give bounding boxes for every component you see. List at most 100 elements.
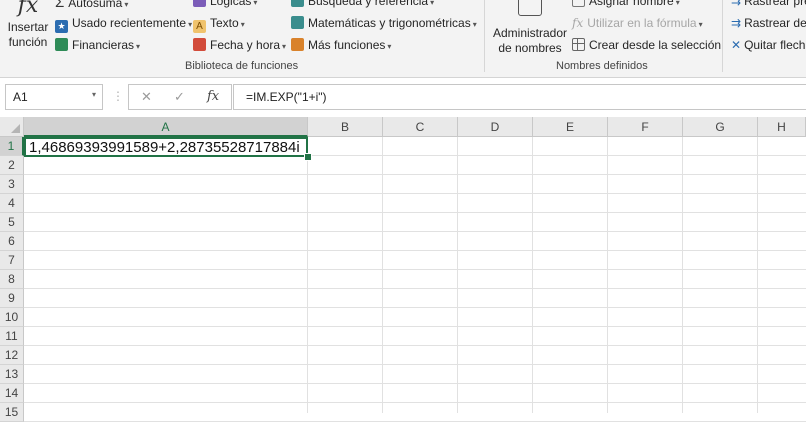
book-icon — [291, 38, 304, 51]
column-gridline — [382, 137, 383, 413]
column-header-c[interactable]: C — [383, 117, 458, 137]
lookup-label: Búsqueda y referencia — [308, 0, 429, 8]
insert-function-label-2: función — [8, 35, 48, 49]
datetime-label: Fecha y hora — [210, 38, 281, 52]
row-gridline — [24, 250, 806, 251]
name-box-value: A1 — [13, 90, 28, 104]
group-separator — [722, 0, 723, 72]
column-gridline — [307, 137, 308, 413]
name-manager-icon — [518, 0, 542, 16]
column-header-b[interactable]: B — [308, 117, 383, 137]
column-gridline — [532, 137, 533, 413]
chevron-down-icon: ▾ — [136, 42, 141, 51]
column-header-e[interactable]: E — [533, 117, 608, 137]
name-box[interactable]: A1 ▾ — [5, 84, 103, 110]
recent-label: Usado recientemente — [72, 16, 187, 30]
book-icon — [291, 16, 304, 29]
row-header-3[interactable]: 3 — [0, 175, 24, 194]
remove-arrows-button[interactable]: ✕ Quitar flech — [731, 38, 805, 52]
assign-name-button[interactable]: Asignar nombre ▾ — [572, 0, 680, 8]
row-header-1[interactable]: 1 — [0, 137, 24, 156]
row-header-6[interactable]: 6 — [0, 232, 24, 251]
autosum-button[interactable]: Σ Autosuma ▾ — [55, 0, 128, 11]
trace-dependents-button[interactable]: ⇉ Rastrear de — [731, 16, 806, 30]
fill-handle[interactable] — [304, 153, 312, 161]
column-header-a[interactable]: A — [24, 117, 308, 137]
row-header-2[interactable]: 2 — [0, 156, 24, 175]
math-functions-button[interactable]: Matemáticas y trigonométricas ▾ — [291, 16, 477, 30]
more-label: Más funciones — [308, 38, 386, 52]
row-gridline — [24, 174, 806, 175]
column-gridline — [607, 137, 608, 413]
name-manager-label-1: Administrador — [492, 26, 568, 40]
row-header-5[interactable]: 5 — [0, 213, 24, 232]
cancel-icon[interactable]: ✕ — [141, 89, 152, 105]
column-gridline — [757, 137, 758, 413]
cell-a1-value: 1,46869393991589+2,28735528717884i — [29, 139, 300, 156]
use-in-formula-button[interactable]: fx Utilizar en la fórmula ▾ — [572, 16, 703, 30]
logical-label: Lógicas — [210, 0, 252, 8]
column-header-h[interactable]: H — [758, 117, 806, 137]
chevron-down-icon: ▾ — [472, 20, 477, 29]
column-gridline — [682, 137, 683, 413]
column-header-f[interactable]: F — [608, 117, 683, 137]
use-in-formula-label: Utilizar en la fórmula — [587, 16, 697, 30]
text-functions-button[interactable]: A Texto ▾ — [193, 16, 245, 33]
book-icon — [291, 0, 304, 7]
enter-icon[interactable]: ✓ — [174, 89, 185, 105]
book-icon — [193, 0, 206, 7]
grid-icon — [572, 38, 585, 51]
column-header-d[interactable]: D — [458, 117, 533, 137]
autosum-label: Autosuma — [68, 0, 123, 10]
row-gridline — [24, 326, 806, 327]
column-header-g[interactable]: G — [683, 117, 758, 137]
chevron-down-icon: ▾ — [282, 42, 287, 51]
formula-text: =IM.EXP("1+i") — [246, 90, 327, 104]
insert-function-button[interactable]: fx Insertar función — [6, 0, 50, 58]
row-header-14[interactable]: 14 — [0, 384, 24, 403]
active-cell-a1[interactable]: 1,46869393991589+2,28735528717884i — [24, 137, 308, 157]
ribbon: fx Insertar función Σ Autosuma ▾ ★ Usado re… — [0, 0, 806, 78]
chevron-down-icon: ▾ — [124, 0, 129, 9]
row-gridline — [24, 269, 806, 270]
chevron-down-icon: ▾ — [698, 20, 703, 29]
row-gridline — [24, 402, 806, 403]
trace-precedents-button[interactable]: ⇉ Rastrear pre — [731, 0, 806, 8]
chevron-down-icon[interactable]: ▾ — [92, 90, 96, 99]
trace-dependents-label: Rastrear de — [744, 16, 806, 30]
clock-icon — [193, 38, 206, 51]
datetime-functions-button[interactable]: Fecha y hora ▾ — [193, 38, 286, 52]
fx-small-icon: fx — [572, 16, 584, 30]
text-label: Texto — [210, 16, 239, 30]
fx-icon: fx — [17, 0, 39, 18]
column-gridline — [457, 137, 458, 413]
logical-functions-button[interactable]: Lógicas ▾ — [193, 0, 257, 8]
create-from-selection-label: Crear desde la selección — [589, 38, 722, 52]
trace-dependents-icon: ⇉ — [731, 16, 742, 30]
row-header-13[interactable]: 13 — [0, 365, 24, 384]
row-header-8[interactable]: 8 — [0, 270, 24, 289]
row-header-11[interactable]: 11 — [0, 327, 24, 346]
row-header-9[interactable]: 9 — [0, 289, 24, 308]
chevron-down-icon: ▾ — [253, 0, 258, 7]
insert-function-icon[interactable]: fx — [207, 89, 219, 104]
chevron-down-icon: ▾ — [188, 20, 193, 29]
row-header-12[interactable]: 12 — [0, 346, 24, 365]
resize-handle-icon[interactable]: ⋮ — [112, 89, 124, 103]
remove-arrows-label: Quitar flech — [744, 38, 806, 52]
financial-functions-button[interactable]: Financieras ▾ — [55, 38, 140, 52]
recent-functions-button[interactable]: ★ Usado recientemente ▾ — [55, 16, 192, 33]
formula-input[interactable]: =IM.EXP("1+i") — [233, 84, 806, 110]
create-from-selection-button[interactable]: Crear desde la selección — [572, 38, 721, 52]
row-gridline — [24, 345, 806, 346]
row-header-10[interactable]: 10 — [0, 308, 24, 327]
row-gridline — [24, 383, 806, 384]
row-gridline — [24, 193, 806, 194]
lookup-functions-button[interactable]: Búsqueda y referencia ▾ — [291, 0, 434, 8]
group-separator — [484, 0, 485, 72]
row-header-4[interactable]: 4 — [0, 194, 24, 213]
row-header-7[interactable]: 7 — [0, 251, 24, 270]
name-manager-button[interactable]: Administrador de nombres — [492, 0, 568, 56]
select-all-button[interactable] — [0, 117, 24, 137]
more-functions-button[interactable]: Más funciones ▾ — [291, 38, 391, 52]
